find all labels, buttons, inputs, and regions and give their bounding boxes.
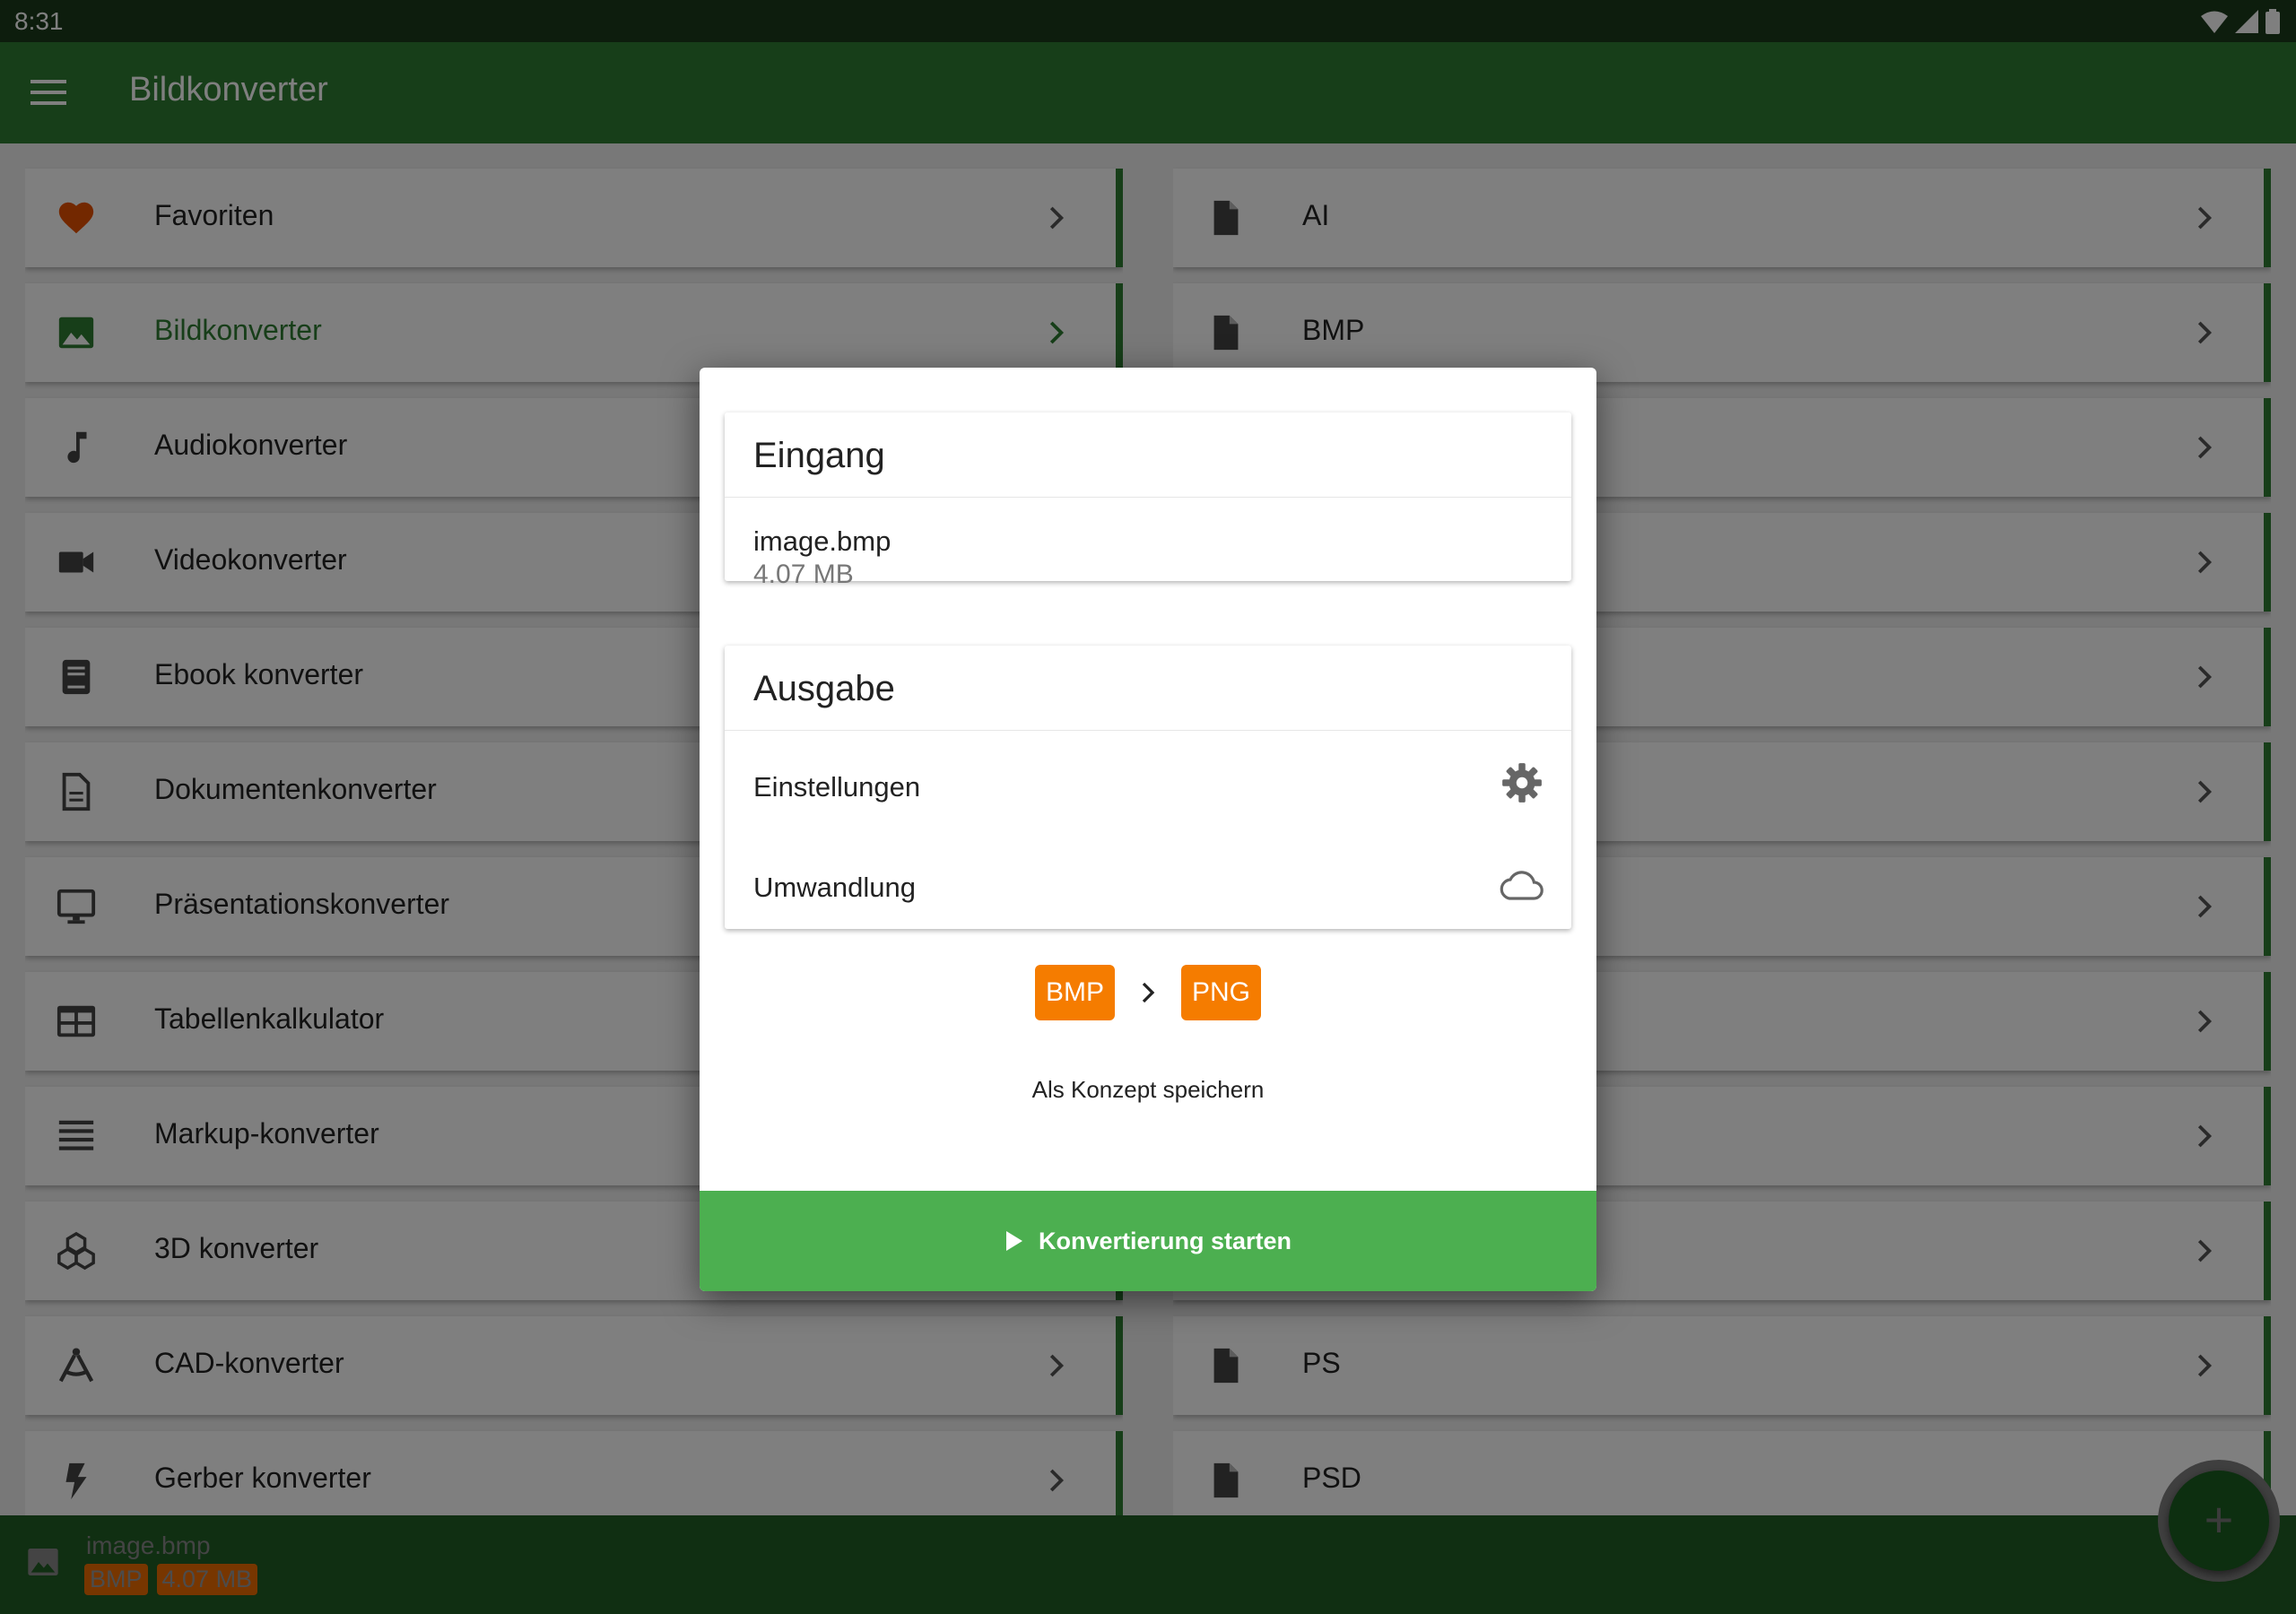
output-card: Ausgabe Einstellungen Umwandlung	[725, 646, 1571, 929]
to-format-chip[interactable]: PNG	[1181, 965, 1262, 1020]
chevron-right-icon	[1142, 982, 1155, 1003]
divider	[725, 497, 1571, 498]
start-conversion-label: Konvertierung starten	[1038, 1227, 1292, 1254]
from-format-chip[interactable]: BMP	[1034, 965, 1115, 1020]
save-draft-button[interactable]: Als Konzept speichern	[700, 1076, 1596, 1104]
conversion-dialog: Eingang image.bmp 4.07 MB Ausgabe Einste…	[700, 368, 1596, 1291]
output-title: Ausgabe	[753, 669, 895, 708]
cloud-icon[interactable]	[1498, 866, 1544, 902]
divider	[725, 730, 1571, 731]
input-title: Eingang	[753, 436, 885, 475]
start-conversion-button[interactable]: Konvertierung starten	[700, 1191, 1596, 1291]
format-conversion-row: BMP PNG	[700, 965, 1596, 1020]
play-icon	[1005, 1231, 1022, 1251]
input-card: Eingang image.bmp 4.07 MB	[725, 412, 1571, 589]
input-file-name: image.bmp	[753, 525, 891, 557]
conversion-option[interactable]: Umwandlung	[753, 872, 916, 904]
input-file-size: 4.07 MB	[753, 560, 854, 589]
gear-icon[interactable]	[1500, 760, 1544, 805]
settings-option[interactable]: Einstellungen	[753, 771, 920, 803]
